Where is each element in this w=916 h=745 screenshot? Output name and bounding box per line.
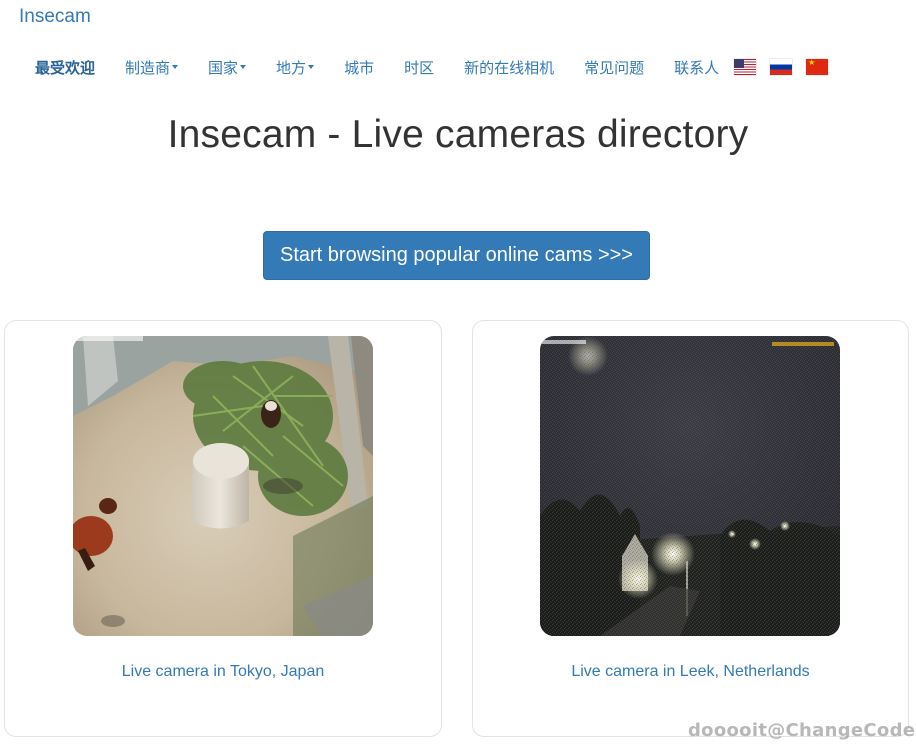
caret-down-icon <box>240 65 247 69</box>
caret-down-icon <box>308 65 315 69</box>
camera-feed-image <box>73 336 373 636</box>
camera-card: Live camera in Leek, Netherlands <box>472 320 909 737</box>
nav-item-label: 时区 <box>404 58 435 77</box>
main-navigation: 最受欢迎 制造商 国家 地方 城市 时区 新的在线相机 常见问题 联系人 <box>20 54 842 80</box>
nav-item-label: 常见问题 <box>584 58 645 77</box>
camera-link-leek[interactable]: Live camera in Leek, Netherlands <box>473 663 908 681</box>
brand-logo-link[interactable]: Insecam <box>19 6 91 28</box>
nav-item-faq[interactable]: 常见问题 <box>569 57 659 78</box>
camera-feed-image <box>540 336 840 636</box>
nav-item-countries[interactable]: 国家 <box>193 57 261 78</box>
nav-item-label: 城市 <box>344 58 375 77</box>
nav-item-contact[interactable]: 联系人 <box>659 57 734 78</box>
nav-item-most-popular[interactable]: 最受欢迎 <box>20 57 110 78</box>
nav-item-label: 国家 <box>208 58 239 77</box>
nav-item-label: 联系人 <box>674 58 720 77</box>
language-flags <box>734 59 842 75</box>
nav-item-places[interactable]: 地方 <box>261 57 329 78</box>
camera-thumbnail-tokyo[interactable] <box>73 336 373 636</box>
nav-item-new-cameras[interactable]: 新的在线相机 <box>449 57 569 78</box>
start-browsing-button[interactable]: Start browsing popular online cams >>> <box>263 231 650 280</box>
russia-flag-icon[interactable] <box>770 59 793 75</box>
page-title: Insecam - Live cameras directory <box>167 113 749 156</box>
us-flag-icon[interactable] <box>734 59 757 75</box>
watermark-text: dooooit@ChangeCode <box>688 720 916 741</box>
camera-card: Live camera in Tokyo, Japan <box>4 320 442 737</box>
nav-item-label: 最受欢迎 <box>35 58 96 77</box>
nav-item-label: 地方 <box>276 58 307 77</box>
china-flag-icon[interactable] <box>806 59 829 75</box>
nav-item-timezones[interactable]: 时区 <box>389 57 449 78</box>
caret-down-icon <box>172 65 179 69</box>
nav-item-label: 新的在线相机 <box>464 58 555 77</box>
nav-item-cities[interactable]: 城市 <box>329 57 389 78</box>
camera-thumbnail-leek[interactable] <box>540 336 840 636</box>
nav-item-manufacturers[interactable]: 制造商 <box>110 57 193 78</box>
camera-link-tokyo[interactable]: Live camera in Tokyo, Japan <box>5 663 441 681</box>
nav-item-label: 制造商 <box>125 58 171 77</box>
